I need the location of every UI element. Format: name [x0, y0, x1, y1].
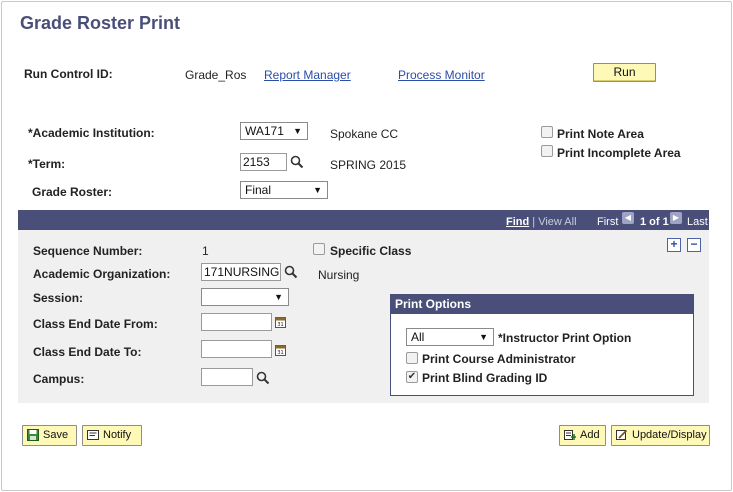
term-desc: SPRING 2015	[330, 158, 407, 172]
previous-arrow-icon[interactable]: ◀	[622, 212, 634, 224]
run-button[interactable]: Run	[593, 63, 656, 82]
print-incomplete-area-checkbox[interactable]	[541, 145, 553, 157]
sequence-value: 1	[202, 244, 209, 258]
delete-row-icon[interactable]: −	[687, 238, 701, 252]
grade-roster-select[interactable]: Final ▼	[240, 181, 328, 199]
institution-desc: Spokane CC	[330, 127, 399, 141]
first-label[interactable]: First	[597, 216, 618, 228]
update-display-button[interactable]: Update/Display	[611, 425, 710, 446]
course-admin-checkbox[interactable]	[406, 352, 418, 364]
campus-input[interactable]	[201, 368, 253, 386]
svg-text:31: 31	[277, 350, 283, 356]
update-display-icon	[616, 429, 628, 440]
end-from-label: Class End Date From:	[33, 317, 158, 331]
specific-class-label: Specific Class	[330, 244, 412, 258]
find-link[interactable]: Find	[506, 216, 529, 228]
specific-class-checkbox[interactable]	[313, 243, 325, 255]
last-label[interactable]: Last	[687, 216, 708, 228]
next-arrow-icon[interactable]: ▶	[670, 212, 682, 224]
calendar-icon[interactable]: 31	[275, 344, 286, 356]
term-label: *Term:	[28, 157, 66, 171]
end-date-to-input[interactable]	[201, 340, 272, 358]
session-select[interactable]: ▼	[201, 288, 289, 306]
add-button[interactable]: Add	[559, 425, 606, 446]
nav-separator: |	[532, 216, 536, 228]
course-admin-label: Print Course Administrator	[422, 352, 576, 366]
calendar-icon[interactable]: 31	[275, 316, 286, 328]
org-input[interactable]: 171NURSING	[201, 263, 281, 281]
update-display-label: Update/Display	[632, 429, 707, 441]
institution-label: *Academic Institution:	[28, 126, 155, 140]
instructor-option-value: All	[411, 330, 425, 344]
view-all-link[interactable]: View All	[538, 216, 576, 228]
session-label: Session:	[33, 291, 84, 305]
report-manager-link[interactable]: Report Manager	[264, 68, 351, 82]
run-control-value: Grade_Ros	[185, 68, 247, 82]
chevron-down-icon: ▼	[313, 185, 322, 195]
sequence-label: Sequence Number:	[33, 244, 143, 258]
grid-navigation: Find | View All	[506, 216, 577, 228]
print-options-box: Print Options All ▼ *Instructor Print Op…	[390, 294, 694, 396]
blind-grading-checkbox[interactable]: ✔	[406, 371, 418, 383]
save-label: Save	[43, 429, 69, 441]
end-date-from-input[interactable]	[201, 313, 272, 331]
print-note-area-label: Print Note Area	[557, 127, 644, 141]
add-row-icon[interactable]: +	[667, 238, 681, 252]
instructor-option-select[interactable]: All ▼	[406, 328, 494, 346]
print-note-area-checkbox[interactable]	[541, 126, 553, 138]
blind-grading-label: Print Blind Grading ID	[422, 371, 548, 385]
end-to-label: Class End Date To:	[33, 345, 142, 359]
term-input[interactable]: 2153	[240, 153, 287, 171]
chevron-down-icon: ▼	[479, 332, 488, 342]
row-count: 1 of 1	[640, 216, 669, 228]
notify-button[interactable]: Notify	[82, 425, 142, 446]
campus-label: Campus:	[33, 372, 85, 386]
grade-roster-label: Grade Roster:	[32, 185, 113, 199]
search-icon[interactable]	[284, 265, 298, 279]
page-title: Grade Roster Print	[20, 13, 181, 33]
run-control-label: Run Control ID:	[24, 67, 113, 81]
chevron-down-icon: ▼	[293, 126, 302, 136]
add-icon	[564, 430, 576, 440]
instructor-option-label: *Instructor Print Option	[498, 331, 632, 345]
process-monitor-link[interactable]: Process Monitor	[398, 68, 485, 82]
grade-roster-select-value: Final	[245, 183, 272, 197]
search-icon[interactable]	[290, 155, 304, 169]
org-desc: Nursing	[318, 268, 360, 282]
chevron-down-icon: ▼	[274, 292, 283, 302]
search-icon[interactable]	[256, 371, 270, 385]
save-button[interactable]: Save	[22, 425, 77, 446]
print-incomplete-area-label: Print Incomplete Area	[557, 146, 681, 160]
save-icon	[27, 429, 39, 441]
org-label: Academic Organization:	[33, 267, 171, 281]
print-options-title: Print Options	[391, 295, 693, 314]
svg-text:31: 31	[277, 322, 283, 328]
add-label: Add	[580, 429, 600, 441]
institution-select-value: WA171	[245, 124, 284, 138]
notify-icon	[87, 430, 99, 440]
institution-select[interactable]: WA171 ▼	[240, 122, 308, 140]
notify-label: Notify	[103, 429, 132, 441]
